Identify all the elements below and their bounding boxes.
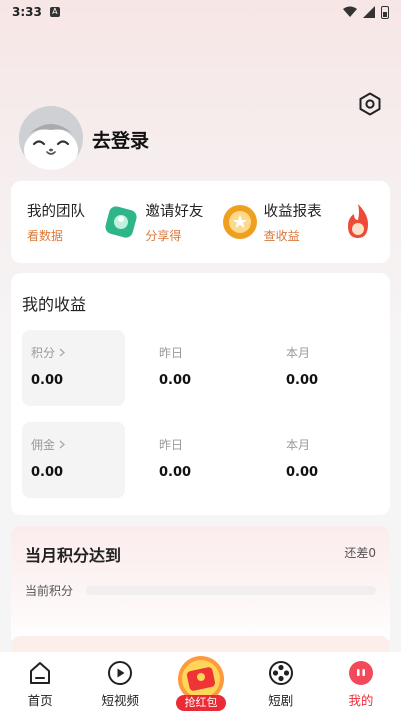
settings-button[interactable] xyxy=(356,90,384,118)
commission-label-row: 佣金 xyxy=(31,436,66,453)
commission-yesterday-cell: 昨日 0.00 xyxy=(150,422,253,498)
yesterday-label: 昨日 xyxy=(159,438,184,452)
yesterday-label: 昨日 xyxy=(159,346,184,360)
status-bar: 3:33 A xyxy=(0,0,401,24)
shortcut-title: 邀请好友 xyxy=(145,204,204,220)
red-packet-label: 抢红包 xyxy=(176,695,226,711)
points-yesterday-cell: 昨日 0.00 xyxy=(150,330,253,406)
status-time: 3:33 xyxy=(12,5,42,19)
tab-label: 我的 xyxy=(348,693,374,708)
monthly-title: 当月积分达到 xyxy=(25,546,122,565)
month-label: 本月 xyxy=(286,438,311,452)
shortcut-my-team[interactable]: 我的团队 看数据 xyxy=(27,181,145,263)
monthly-points-card: 当月积分达到 还差0 当前积分 xyxy=(11,526,390,646)
shortcut-title: 我的团队 xyxy=(27,204,85,220)
commission-month-cell: 本月 0.00 xyxy=(277,422,380,498)
film-reel-icon xyxy=(268,661,293,685)
profile-icon xyxy=(348,661,373,685)
shortcut-sub: 查收益 xyxy=(263,229,300,243)
month-label: 本月 xyxy=(286,346,311,360)
tab-short-video[interactable]: 短视频 xyxy=(80,652,160,714)
month-value: 0.00 xyxy=(286,373,319,388)
shortcuts-card: 我的团队 看数据 邀请好友 分享得 收益报表 查收益 xyxy=(11,181,390,263)
shortcut-sub: 分享得 xyxy=(145,229,182,243)
tab-home[interactable]: 首页 xyxy=(0,652,80,714)
tab-label: 短剧 xyxy=(268,693,294,708)
points-label-row: 积分 xyxy=(31,344,66,361)
chevron-right-icon xyxy=(59,440,66,449)
shortcut-invite[interactable]: 邀请好友 分享得 xyxy=(145,181,263,263)
signal-icon xyxy=(363,6,375,18)
points-value: 0.00 xyxy=(31,373,64,388)
points-progress-bar xyxy=(86,586,376,595)
red-packet-button[interactable]: 抢红包 xyxy=(173,655,229,713)
battery-icon xyxy=(381,5,389,19)
current-points-label: 当前积分 xyxy=(25,584,74,598)
home-icon xyxy=(30,662,51,684)
shortcut-earnings-report[interactable]: 收益报表 查收益 xyxy=(264,181,382,263)
chevron-right-icon xyxy=(59,348,66,357)
shortcut-title: 收益报表 xyxy=(263,204,322,220)
play-icon xyxy=(108,661,133,685)
cat-avatar-icon xyxy=(19,106,83,170)
status-indicators xyxy=(343,5,389,19)
commission-value: 0.00 xyxy=(31,465,64,480)
shortcut-sub: 看数据 xyxy=(27,229,64,243)
yesterday-value: 0.00 xyxy=(159,465,192,480)
commission-cell[interactable]: 佣金 0.00 xyxy=(22,422,125,498)
points-month-cell: 本月 0.00 xyxy=(277,330,380,406)
points-label: 积分 xyxy=(31,346,56,360)
earnings-title: 我的收益 xyxy=(22,295,87,314)
yesterday-value: 0.00 xyxy=(159,373,192,388)
tab-label: 短视频 xyxy=(101,693,140,708)
login-link[interactable]: 去登录 xyxy=(92,126,149,153)
monthly-remaining: 还差0 xyxy=(344,546,376,560)
invite-icon xyxy=(222,205,257,239)
notification-icon: A xyxy=(49,7,60,17)
commission-label: 佣金 xyxy=(31,438,56,452)
avatar[interactable] xyxy=(19,106,83,170)
tab-label: 首页 xyxy=(27,693,53,708)
wifi-icon xyxy=(343,6,357,17)
tab-short-drama[interactable]: 短剧 xyxy=(241,652,321,714)
month-value: 0.00 xyxy=(286,465,319,480)
settings-hexagon-icon xyxy=(359,92,381,116)
fire-icon xyxy=(347,204,368,238)
tab-mine[interactable]: 我的 xyxy=(321,652,401,714)
team-icon xyxy=(105,206,137,238)
earnings-card: 我的收益 积分 0.00 昨日 0.00 本月 0.00 佣金 0.00 昨日 … xyxy=(11,273,390,515)
points-cell[interactable]: 积分 0.00 xyxy=(22,330,125,406)
